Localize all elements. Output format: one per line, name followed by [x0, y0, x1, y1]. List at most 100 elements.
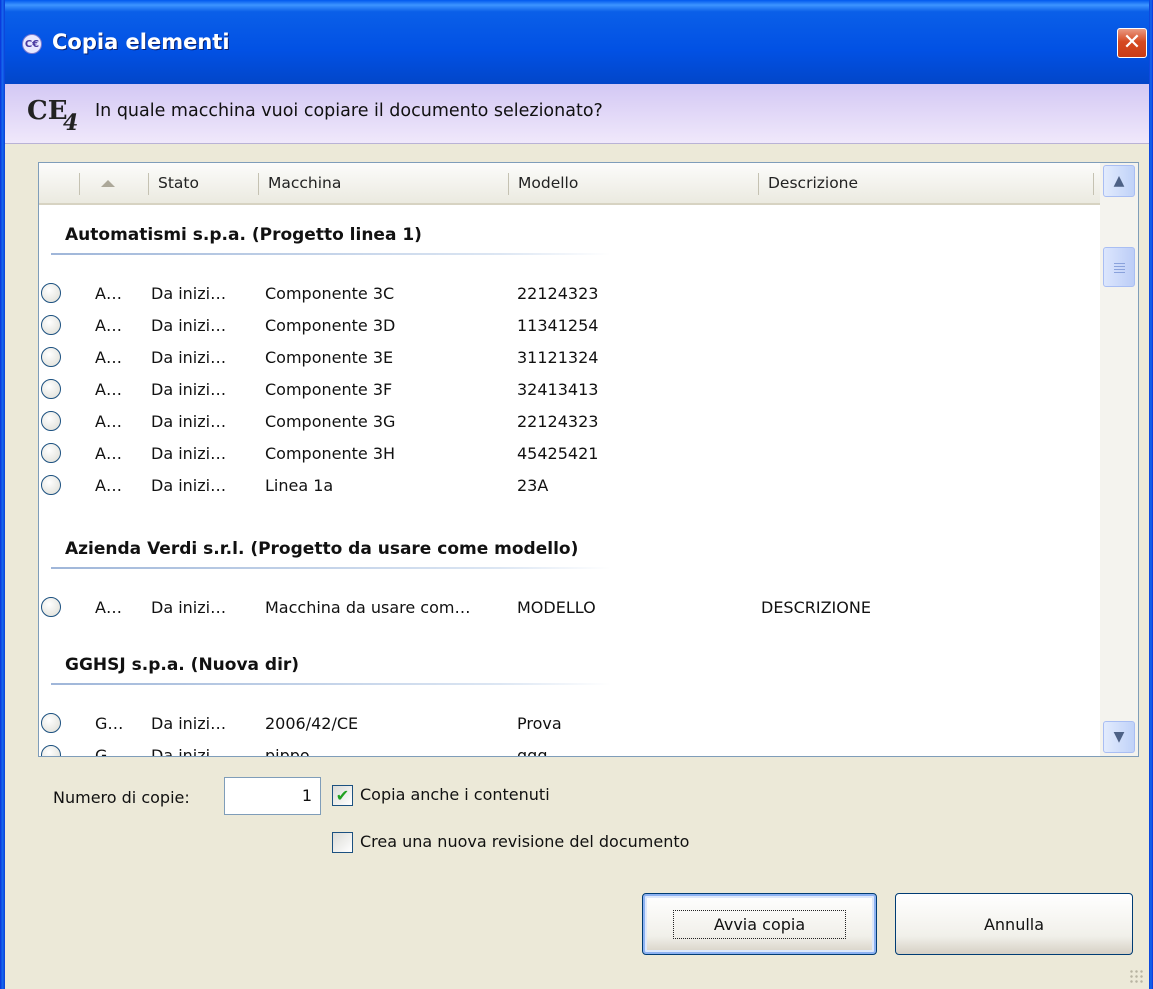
cell-modello: 22124323 [517, 412, 599, 431]
scroll-thumb[interactable] [1103, 247, 1135, 287]
cell-modello: 11341254 [517, 316, 599, 335]
select-radio[interactable] [41, 745, 61, 756]
new-revision-label[interactable]: Crea una nuova revisione del documento [360, 832, 689, 851]
copy-contents-label[interactable]: Copia anche i contenuti [360, 785, 550, 804]
cell-client: G… [95, 714, 124, 733]
cell-modello: 23A [517, 476, 549, 495]
cell-macchina: 2006/42/CE [265, 714, 359, 733]
cell-client: A… [95, 598, 122, 617]
cell-descrizione: DESCRIZIONE [761, 598, 871, 617]
cancel-label: Annulla [983, 914, 1045, 934]
select-radio[interactable] [41, 411, 61, 431]
select-radio[interactable] [41, 315, 61, 335]
close-button[interactable]: ✕ [1117, 28, 1147, 58]
select-radio[interactable] [41, 475, 61, 495]
list-item[interactable]: G… Da inizi… pippo ggg [39, 739, 1101, 756]
column-separator [79, 173, 80, 195]
thumb-grip [1114, 266, 1125, 267]
select-radio[interactable] [41, 443, 61, 463]
select-radio[interactable] [41, 379, 61, 399]
cell-stato: Da inizi… [151, 316, 227, 335]
resize-grip-icon[interactable] [1129, 969, 1143, 983]
ce4-logo: CE 4 [27, 96, 85, 136]
cell-client: A… [95, 412, 122, 431]
logo-sub: 4 [63, 110, 79, 136]
column-descrizione[interactable]: Descrizione [758, 163, 1093, 203]
cell-stato: Da inizi… [151, 348, 227, 367]
column-macchina[interactable]: Macchina [258, 163, 508, 203]
copy-contents-checkbox[interactable]: ✔ [332, 785, 353, 806]
scroll-down-icon[interactable]: ▼ [1103, 721, 1135, 753]
cell-macchina: pippo [265, 746, 310, 756]
list-item[interactable]: A… Da inizi… Macchina da usare com… MODE… [39, 591, 1101, 623]
thumb-grip [1114, 272, 1125, 273]
list-item[interactable]: A… Da inizi… Componente 3F 32413413 [39, 373, 1101, 405]
start-copy-button[interactable]: Avvia copia [642, 893, 877, 955]
ce-app-icon: C€ [22, 34, 42, 54]
start-copy-label: Avvia copia [672, 909, 847, 939]
cell-macchina: Componente 3F [265, 380, 393, 399]
machine-list[interactable]: Stato Macchina Modello Descrizione Autom… [38, 162, 1139, 757]
select-radio[interactable] [41, 283, 61, 303]
cell-client: A… [95, 380, 122, 399]
cancel-button[interactable]: Annulla [895, 893, 1133, 955]
cell-modello: 22124323 [517, 284, 599, 303]
cell-client: A… [95, 316, 122, 335]
column-header: Stato Macchina Modello Descrizione [39, 163, 1101, 205]
group-title: Azienda Verdi s.r.l. (Progetto da usare … [65, 539, 579, 559]
logo-text: CE [27, 96, 68, 126]
list-item[interactable]: A… Da inizi… Componente 3H 45425421 [39, 437, 1101, 469]
cell-macchina: Componente 3D [265, 316, 396, 335]
dialog-header: CE 4 In quale macchina vuoi copiare il d… [5, 84, 1149, 144]
cell-stato: Da inizi… [151, 714, 227, 733]
group-divider [51, 253, 611, 255]
cell-stato: Da inizi… [151, 412, 227, 431]
group-divider [51, 683, 611, 685]
group-title: Automatismi s.p.a. (Progetto linea 1) [65, 225, 422, 245]
list-item[interactable]: A… Da inizi… Componente 3G 22124323 [39, 405, 1101, 437]
copies-label: Numero di copie: [53, 788, 190, 807]
list-item[interactable]: A… Da inizi… Linea 1a 23A [39, 469, 1101, 501]
cell-macchina: Componente 3C [265, 284, 395, 303]
cell-client: G… [95, 746, 124, 756]
column-sort[interactable] [79, 163, 159, 203]
list-item[interactable]: A… Da inizi… Componente 3C 22124323 [39, 277, 1101, 309]
list-rows: Automatismi s.p.a. (Progetto linea 1) A…… [39, 205, 1101, 756]
cell-stato: Da inizi… [151, 380, 227, 399]
list-item[interactable]: A… Da inizi… Componente 3E 31121324 [39, 341, 1101, 373]
cell-macchina: Macchina da usare com… [265, 598, 471, 617]
cell-macchina: Componente 3G [265, 412, 396, 431]
group-divider [51, 567, 611, 569]
cell-modello: MODELLO [517, 598, 596, 617]
title-bar: C€ Copia elementi ✕ [0, 0, 1153, 84]
cell-client: A… [95, 476, 122, 495]
copy-elements-dialog: C€ Copia elementi ✕ CE 4 In quale macchi… [0, 0, 1153, 989]
vertical-scrollbar[interactable]: ▲ ▼ [1100, 163, 1138, 756]
column-modello[interactable]: Modello [508, 163, 758, 203]
cell-stato: Da inizi… [151, 598, 227, 617]
scroll-up-icon[interactable]: ▲ [1103, 165, 1135, 197]
cell-modello: 31121324 [517, 348, 599, 367]
cell-modello: Prova [517, 714, 562, 733]
select-radio[interactable] [41, 347, 61, 367]
dialog-question: In quale macchina vuoi copiare il docume… [95, 101, 603, 121]
cell-stato: Da inizi… [151, 444, 227, 463]
cell-client: A… [95, 348, 122, 367]
cell-macchina: Componente 3H [265, 444, 396, 463]
column-stato[interactable]: Stato [148, 163, 258, 203]
cell-client: A… [95, 444, 122, 463]
list-item[interactable]: A… Da inizi… Componente 3D 11341254 [39, 309, 1101, 341]
new-revision-checkbox[interactable] [332, 832, 353, 853]
copies-input[interactable]: 1 [224, 777, 321, 815]
group-title: GGHSJ s.p.a. (Nuova dir) [65, 655, 300, 675]
select-radio[interactable] [41, 597, 61, 617]
window-title: Copia elementi [52, 30, 230, 54]
select-radio[interactable] [41, 713, 61, 733]
cell-stato: Da inizi… [151, 746, 227, 756]
cell-modello: 32413413 [517, 380, 599, 399]
cell-client: A… [95, 284, 122, 303]
cell-macchina: Componente 3E [265, 348, 394, 367]
list-item[interactable]: G… Da inizi… 2006/42/CE Prova [39, 707, 1101, 739]
thumb-grip [1114, 263, 1125, 264]
sort-ascending-icon [101, 179, 115, 187]
